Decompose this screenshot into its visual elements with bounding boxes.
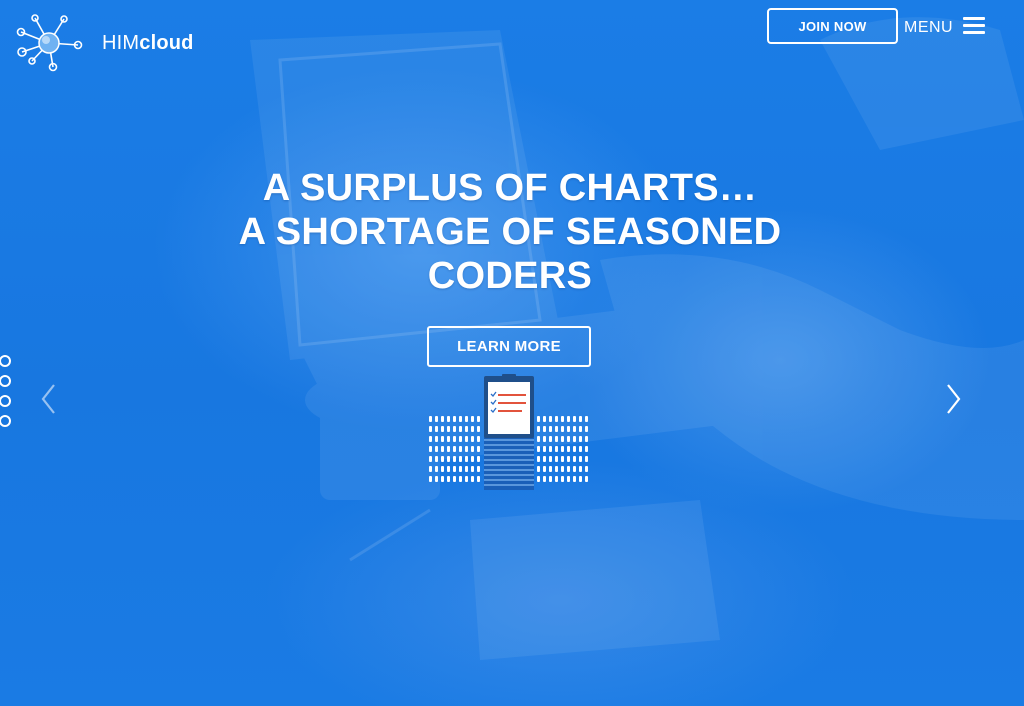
- headline-line-1: A SURPLUS OF CHARTS…: [262, 167, 758, 209]
- next-slide-button[interactable]: [942, 382, 964, 416]
- clipboard-charts-illustration: [429, 374, 588, 490]
- headline-line-2: A SHORTAGE OF SEASONED: [238, 211, 782, 253]
- menu-toggle[interactable]: MENU: [904, 12, 986, 40]
- learn-more-button[interactable]: LEARN MORE: [427, 326, 591, 367]
- slider-dot-2[interactable]: [0, 375, 11, 387]
- slider-dot-1[interactable]: [0, 355, 11, 367]
- hero-banner: HIMcloud JOIN NOW MENU A SURPLUS OF CHAR…: [0, 0, 1024, 706]
- people-grid-right: [537, 416, 588, 482]
- previous-slide-button[interactable]: [38, 382, 60, 416]
- slider-pagination: [0, 355, 14, 435]
- chevron-right-icon: [947, 384, 961, 414]
- hamburger-icon: [963, 17, 986, 35]
- slider-dot-3[interactable]: [0, 395, 11, 407]
- menu-label: MENU: [904, 19, 954, 36]
- headline-line-3: CODERS: [427, 255, 593, 297]
- chevron-left-icon: [41, 384, 55, 414]
- network-logo-icon: [16, 14, 83, 72]
- clipboard-icon: [484, 374, 534, 438]
- brand-name: HIMcloud: [102, 31, 194, 54]
- slider-dot-4[interactable]: [0, 415, 11, 427]
- join-now-button[interactable]: JOIN NOW: [767, 8, 898, 44]
- chart-stack: [484, 434, 534, 490]
- hero-headline: A SURPLUS OF CHARTS… A SHORTAGE OF SEASO…: [180, 166, 840, 298]
- brand-logo[interactable]: HIMcloud: [14, 14, 194, 72]
